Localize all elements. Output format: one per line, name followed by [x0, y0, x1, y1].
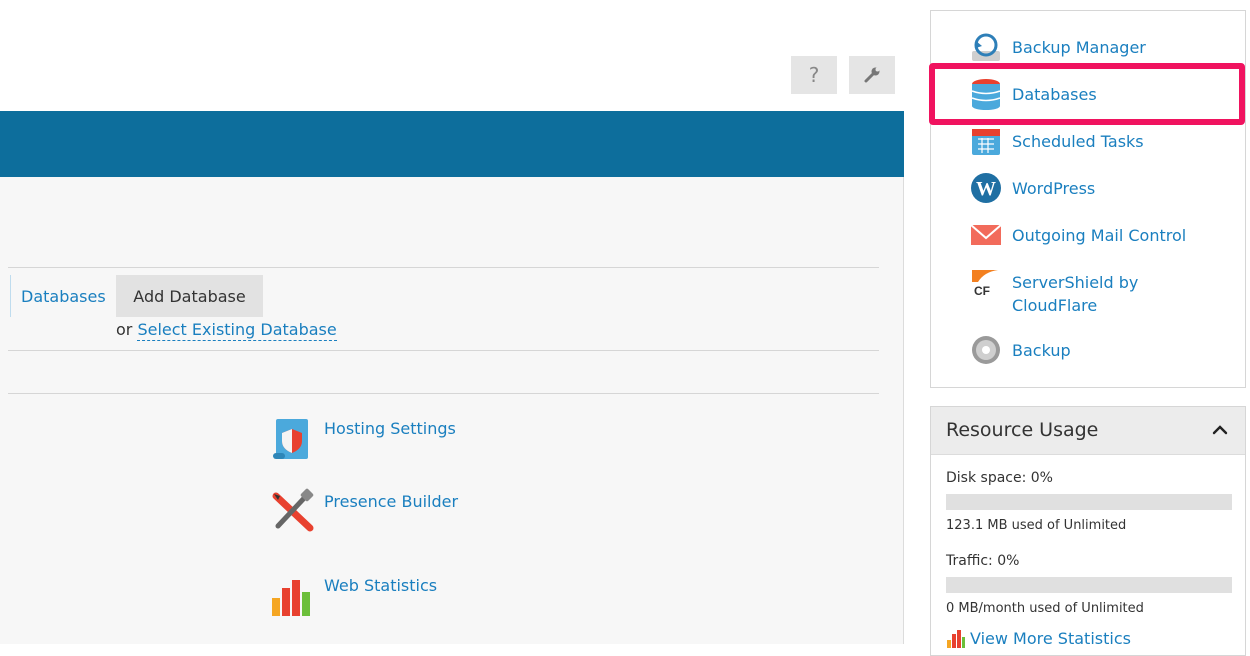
databases-highlight: [929, 63, 1245, 125]
add-database-button[interactable]: Add Database: [116, 275, 263, 317]
traffic-label: Traffic: 0%: [946, 553, 1020, 569]
sidebar-item-scheduled-tasks[interactable]: Scheduled Tasks: [970, 125, 1144, 157]
disk-space-note: 123.1 MB used of Unlimited: [946, 518, 1127, 533]
sidebar-item-outgoing-mail[interactable]: Outgoing Mail Control: [970, 219, 1186, 251]
traffic-bar: [946, 577, 1232, 593]
resource-usage-panel: Resource Usage Disk space: 0% 123.1 MB u…: [930, 406, 1246, 656]
backup-disc-icon: [972, 336, 1000, 364]
presence-builder-icon: [272, 488, 314, 532]
or-text: or: [116, 320, 133, 339]
view-more-statistics-link[interactable]: View More Statistics: [946, 629, 1131, 648]
wrench-icon: [864, 67, 880, 83]
statistics-icon: [947, 629, 965, 648]
resource-usage-title: Resource Usage: [946, 419, 1099, 441]
web-statistics-item[interactable]: Web Statistics: [270, 572, 437, 618]
tab-databases[interactable]: Databases: [10, 275, 106, 317]
sidebar-item-servershield[interactable]: CF ServerShield by CloudFlare: [970, 266, 1172, 317]
help-label: ?: [808, 63, 820, 87]
select-existing-line: or Select Existing Database: [116, 320, 337, 341]
sidebar-item-label: Backup Manager: [1012, 38, 1146, 57]
web-statistics-icon: [272, 580, 310, 616]
cloudflare-icon: CF: [972, 270, 998, 298]
presence-builder-item[interactable]: Presence Builder: [270, 488, 458, 534]
resource-usage-header[interactable]: Resource Usage: [931, 407, 1245, 455]
traffic-note: 0 MB/month used of Unlimited: [946, 601, 1144, 616]
sidebar-item-label: Outgoing Mail Control: [1012, 226, 1187, 245]
add-database-label: Add Database: [133, 286, 246, 306]
help-button[interactable]: ?: [791, 56, 837, 94]
wordpress-icon: W: [971, 173, 1001, 203]
divider: [8, 350, 879, 351]
hosting-settings-icon: [273, 419, 308, 459]
disk-space-label: Disk space: 0%: [946, 470, 1053, 486]
header-bar: [0, 111, 904, 177]
tab-databases-label: Databases: [21, 286, 106, 306]
divider: [8, 393, 879, 394]
mail-icon: [970, 224, 1002, 245]
web-statistics-label: Web Statistics: [324, 576, 438, 595]
chevron-up-icon[interactable]: [1209, 419, 1231, 441]
sidebar-item-label: Scheduled Tasks: [1012, 132, 1144, 151]
sidebar-item-wordpress[interactable]: W WordPress: [970, 172, 1095, 204]
svg-text:W: W: [976, 178, 996, 200]
backup-manager-icon: [972, 33, 1000, 61]
settings-button[interactable]: [849, 56, 895, 94]
view-more-statistics-label: View More Statistics: [970, 629, 1131, 648]
sidebar-item-backup[interactable]: Backup: [970, 334, 1071, 366]
sidebar-item-label: ServerShield by CloudFlare: [1012, 273, 1139, 315]
sidebar-item-backup-manager[interactable]: Backup Manager: [970, 31, 1146, 63]
hosting-settings-label: Hosting Settings: [324, 419, 456, 438]
sidebar-item-label: Backup: [1012, 341, 1071, 360]
main-content: [0, 177, 904, 644]
svg-text:CF: CF: [974, 284, 990, 298]
scheduled-tasks-icon: [972, 129, 1000, 155]
disk-space-bar: [946, 494, 1232, 510]
presence-builder-label: Presence Builder: [324, 492, 459, 511]
select-existing-database-link[interactable]: Select Existing Database: [137, 320, 337, 341]
hosting-settings-item[interactable]: Hosting Settings: [270, 415, 456, 461]
sidebar-item-label: WordPress: [1012, 179, 1096, 198]
divider: [8, 267, 879, 268]
